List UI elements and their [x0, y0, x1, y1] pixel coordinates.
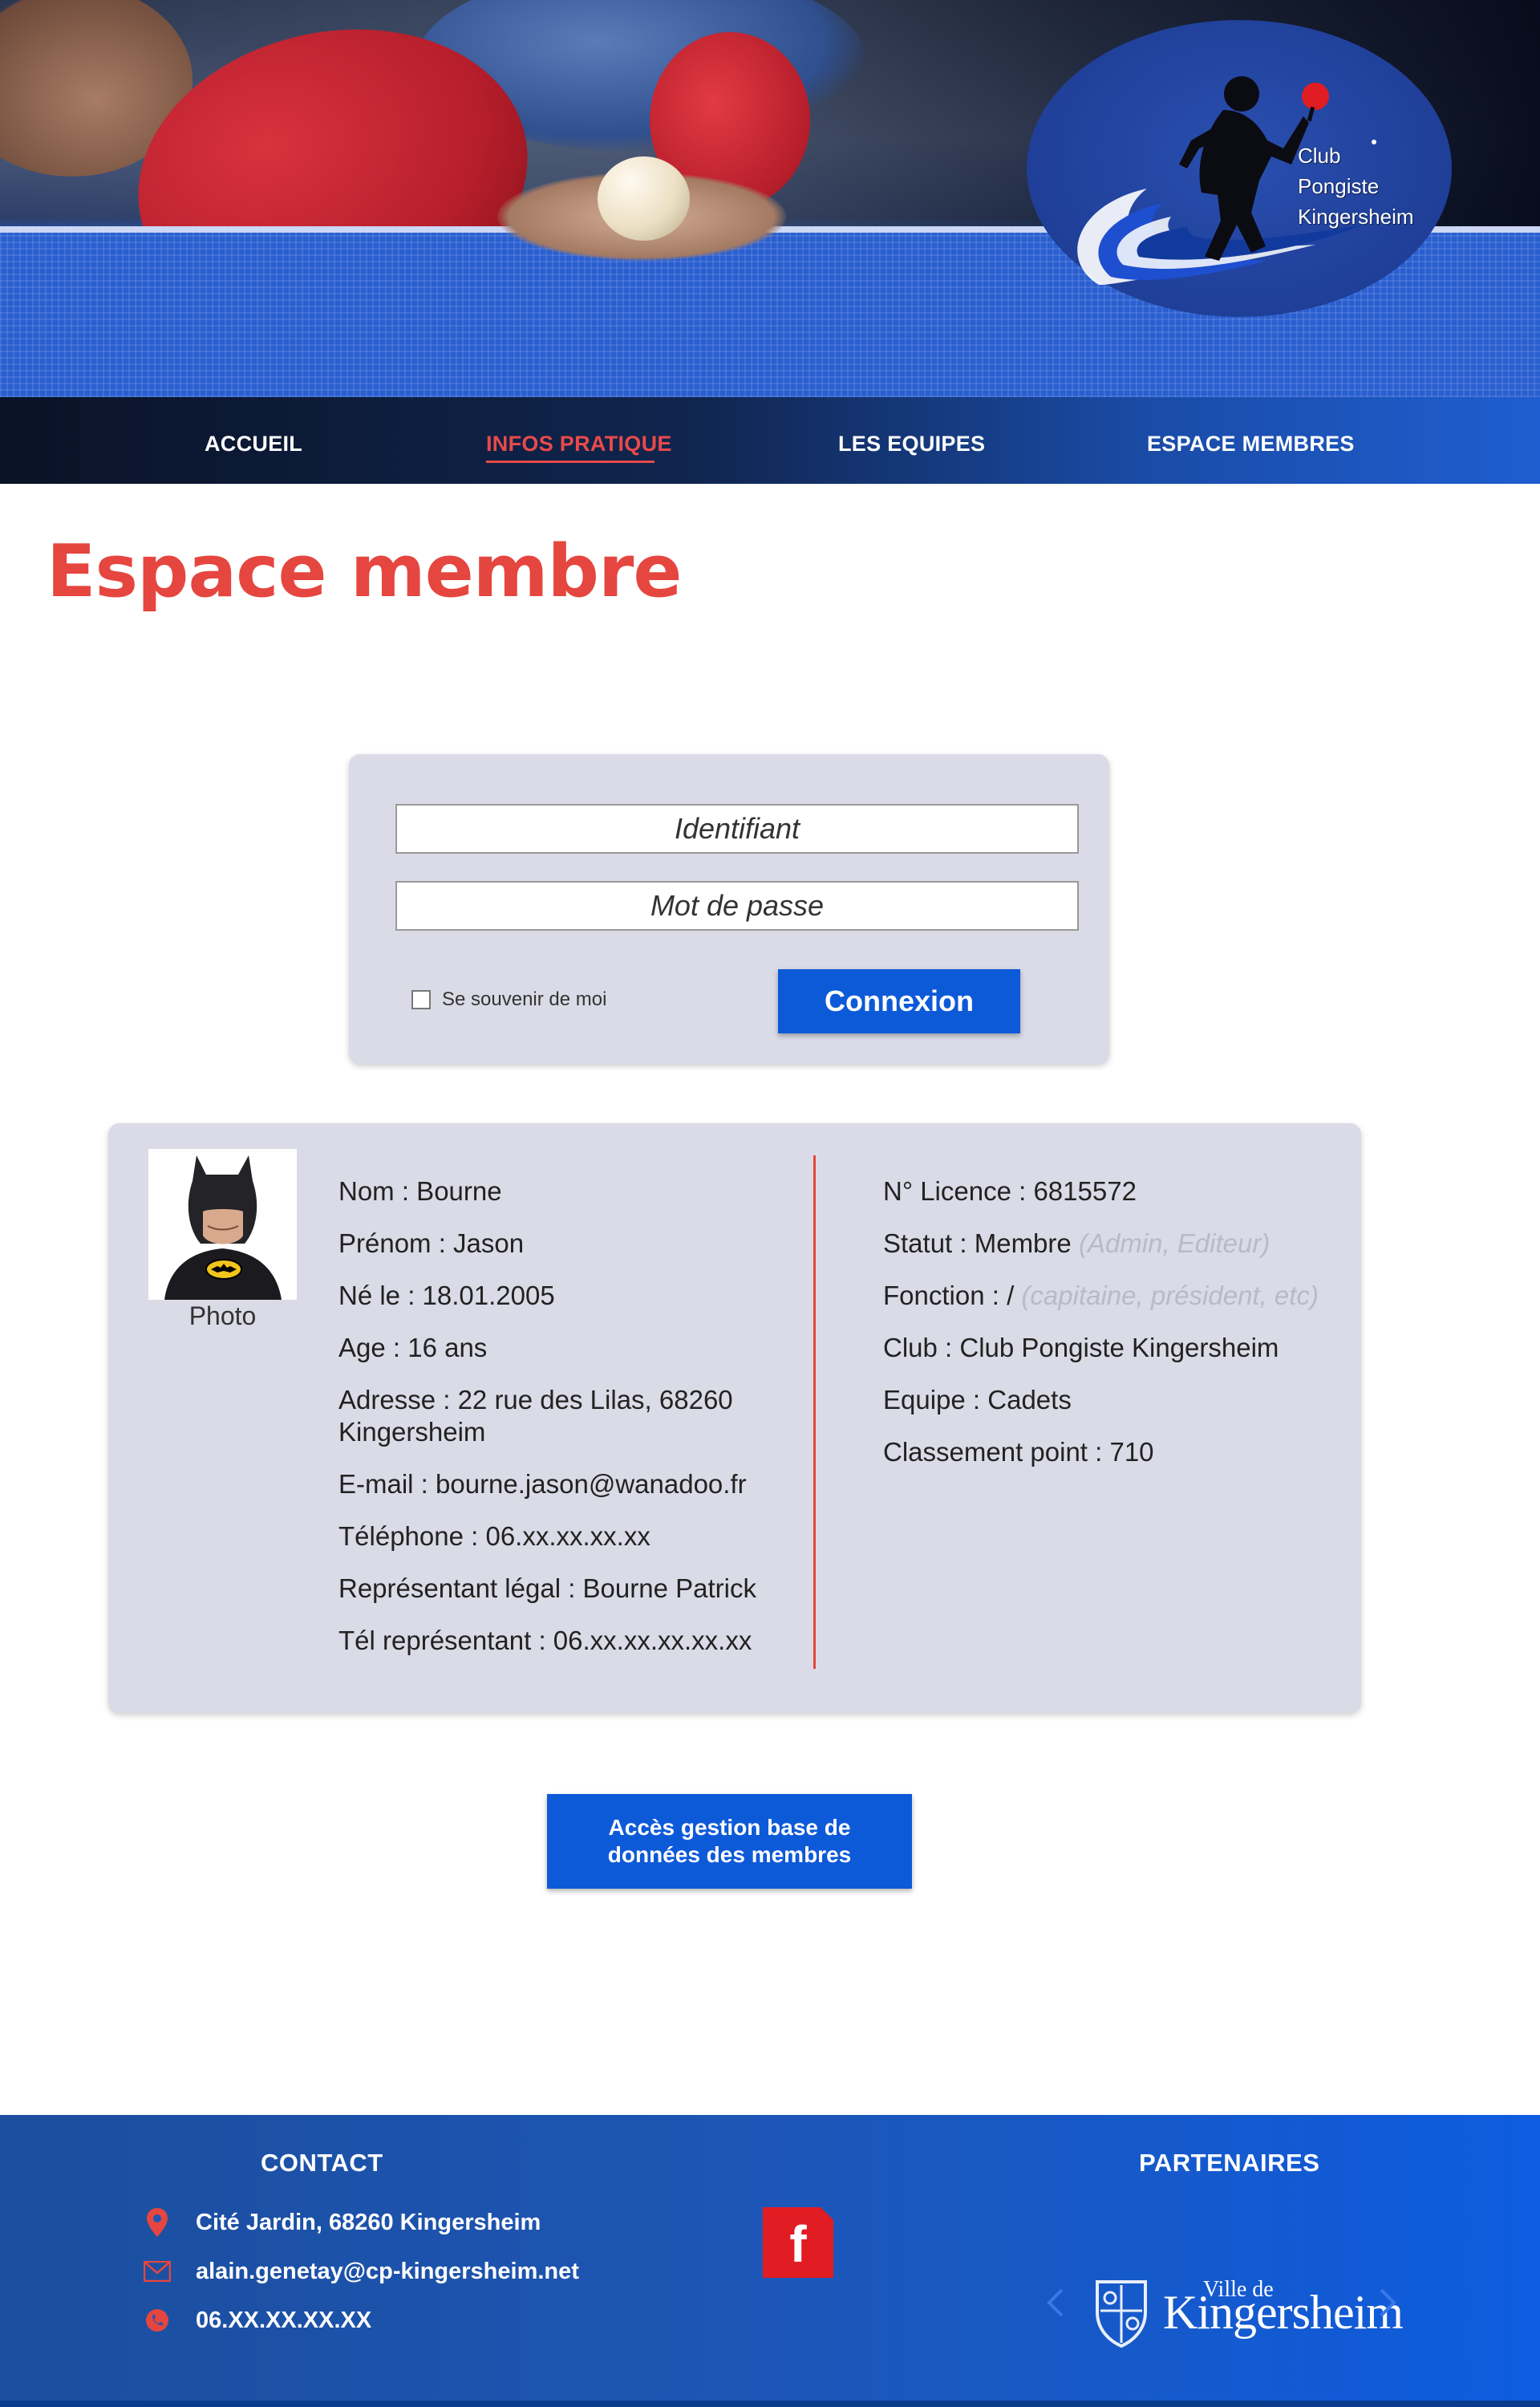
info-address: Adresse : 22 rue des Lilas, 68260 Kinger…	[338, 1385, 733, 1447]
fonction-hint: (capitaine, président, etc)	[1021, 1281, 1319, 1310]
contact-phone[interactable]: 06.XX.XX.XX.XX	[143, 2306, 371, 2335]
info-statut: Statut : Membre (Admin, Editeur)	[883, 1228, 1270, 1258]
info-club: Club : Club Pongiste Kingersheim	[883, 1333, 1279, 1362]
club-logo-text: Club Pongiste Kingersheim	[1298, 144, 1414, 229]
info-email: E-mail : bourne.jason@wanadoo.fr	[338, 1469, 747, 1499]
info-legal-rep-phone: Tél représentant : 06.xx.xx.xx.xx.xx	[338, 1626, 752, 1655]
personal-info: Nom : Bourne Prénom : Jason Né le : 18.0…	[338, 1175, 796, 1677]
nav-active-underline	[486, 461, 654, 463]
page-title: Espace membre	[47, 530, 682, 614]
info-licence: N° Licence : 6815572	[883, 1176, 1137, 1206]
statut-hint: (Admin, Editeur)	[1078, 1228, 1270, 1258]
club-info: N° Licence : 6815572 Statut : Membre (Ad…	[883, 1175, 1356, 1488]
member-database-button[interactable]: Accès gestion base de données des membre…	[547, 1794, 912, 1889]
chevron-right-icon[interactable]	[1376, 2287, 1399, 2319]
city-crest-icon	[1096, 2280, 1147, 2348]
info-classement: Classement point : 710	[883, 1437, 1154, 1467]
footer: CONTACT PARTENAIRES Cité Jardin, 68260 K…	[0, 2115, 1540, 2407]
info-prenom: Prénom : Jason	[338, 1228, 525, 1258]
nav-item-espace-membres[interactable]: ESPACE MEMBRES	[1147, 432, 1355, 457]
info-age: Age : 16 ans	[338, 1333, 488, 1362]
info-birthdate: Né le : 18.01.2005	[338, 1281, 555, 1310]
nav-item-accueil[interactable]: ACCUEIL	[205, 432, 302, 457]
facebook-icon[interactable]: f	[763, 2207, 833, 2278]
ping-pong-ball-image	[598, 156, 690, 241]
info-fonction: Fonction : / (capitaine, président, etc)	[883, 1281, 1319, 1310]
member-photo	[148, 1149, 297, 1300]
contact-address: Cité Jardin, 68260 Kingersheim	[143, 2208, 541, 2237]
main-nav: ACCUEIL INFOS PRATIQUE LES EQUIPES ESPAC…	[0, 397, 1540, 484]
avatar-image	[148, 1149, 297, 1300]
location-pin-icon	[143, 2208, 172, 2237]
chevron-left-icon[interactable]	[1044, 2287, 1067, 2319]
partners-title: PARTENAIRES	[1139, 2149, 1320, 2177]
contact-title: CONTACT	[261, 2149, 383, 2177]
info-nom: Nom : Bourne	[338, 1176, 502, 1206]
remember-me-toggle[interactable]: Se souvenir de moi	[411, 988, 606, 1011]
info-divider	[813, 1155, 816, 1669]
club-logo[interactable]: Club Pongiste Kingersheim	[1027, 20, 1452, 317]
info-legal-rep: Représentant légal : Bourne Patrick	[338, 1573, 756, 1603]
contact-email[interactable]: alain.genetay@cp-kingersheim.net	[143, 2257, 579, 2286]
login-form: Se souvenir de moi Connexion	[349, 754, 1109, 1064]
password-input[interactable]	[395, 881, 1079, 931]
info-phone: Téléphone : 06.xx.xx.xx.xx	[338, 1521, 650, 1551]
member-profile-card: Photo Nom : Bourne Prénom : Jason Né le …	[108, 1123, 1361, 1713]
phone-icon	[143, 2306, 172, 2335]
mail-icon	[143, 2257, 172, 2286]
nav-item-infos-pratique[interactable]: INFOS PRATIQUE	[486, 432, 672, 457]
remember-me-checkbox[interactable]	[411, 990, 431, 1009]
photo-caption: Photo	[188, 1301, 257, 1330]
login-button[interactable]: Connexion	[778, 969, 1020, 1033]
info-equipe: Equipe : Cadets	[883, 1385, 1072, 1415]
username-input[interactable]	[395, 804, 1079, 854]
hero-banner: Club Pongiste Kingersheim	[0, 0, 1540, 397]
partner-name-big: Kingersheim	[1163, 2286, 1404, 2339]
nav-item-les-equipes[interactable]: LES EQUIPES	[838, 432, 985, 457]
remember-me-label: Se souvenir de moi	[442, 988, 607, 1010]
